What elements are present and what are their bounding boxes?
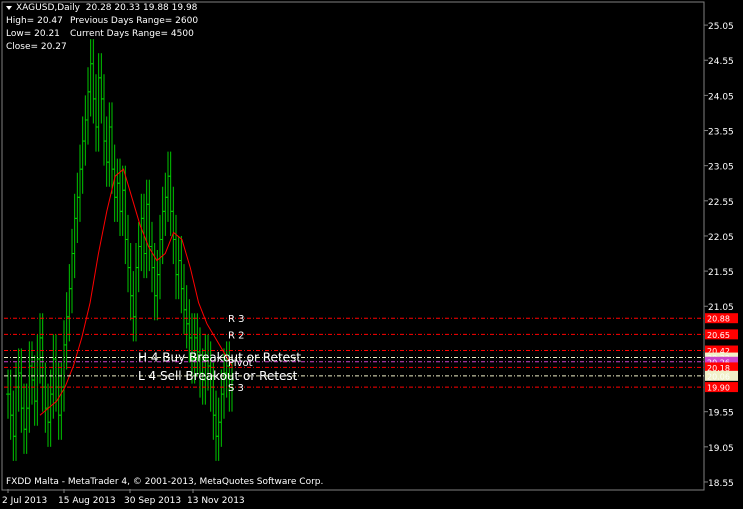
level-label: R 2 — [228, 330, 245, 341]
y-tick-label: 19.05 — [708, 444, 734, 454]
y-tick-label: 23.05 — [708, 163, 734, 173]
y-tick-label: 22.05 — [708, 233, 734, 243]
level-label: H 4 Buy Breakout or Retest — [138, 351, 301, 365]
y-tick-label: 22.55 — [708, 198, 734, 208]
level-label: S 3 — [228, 383, 244, 394]
y-tick-label: 24.05 — [708, 92, 734, 102]
level-price-label: 20.88 — [707, 315, 730, 324]
level-label: L 4 Sell Breakout or Retest — [138, 369, 298, 383]
x-tick-label: 2 Jul 2013 — [2, 496, 47, 506]
y-tick-label: 18.55 — [708, 479, 734, 489]
x-tick-label: 15 Aug 2013 — [58, 496, 116, 506]
level-price-label: 19.90 — [707, 384, 730, 393]
y-tick-label: 19.55 — [708, 409, 734, 419]
y-tick-label: 23.55 — [708, 128, 734, 138]
level-price-label: 20.06 — [707, 372, 730, 381]
x-tick-label: 13 Nov 2013 — [187, 496, 245, 506]
y-tick-label: 21.55 — [708, 268, 734, 278]
chart-title: XAGUSD,Daily 20.28 20.33 19.88 19.98 — [16, 3, 198, 13]
current-range-readout: Current Days Range= 4500 — [70, 29, 194, 39]
low-readout: Low= 20.21 — [6, 29, 60, 39]
price-chart[interactable]: 20.88R 320.65R 220.4220.32H 4 Buy Breako… — [0, 0, 743, 509]
y-tick-label: 25.05 — [708, 22, 734, 32]
x-tick-label: 30 Sep 2013 — [124, 496, 181, 506]
previous-range-readout: Previous Days Range= 2600 — [70, 16, 199, 26]
footer-copyright: FXDD Malta - MetaTrader 4, © 2001-2013, … — [6, 477, 324, 487]
level-price-label: 20.65 — [707, 331, 730, 340]
level-label: R 3 — [228, 314, 245, 325]
close-readout: Close= 20.27 — [6, 42, 67, 52]
y-tick-label: 21.05 — [708, 303, 734, 313]
high-readout: High= 20.47 — [6, 16, 63, 26]
y-tick-label: 24.55 — [708, 57, 734, 67]
